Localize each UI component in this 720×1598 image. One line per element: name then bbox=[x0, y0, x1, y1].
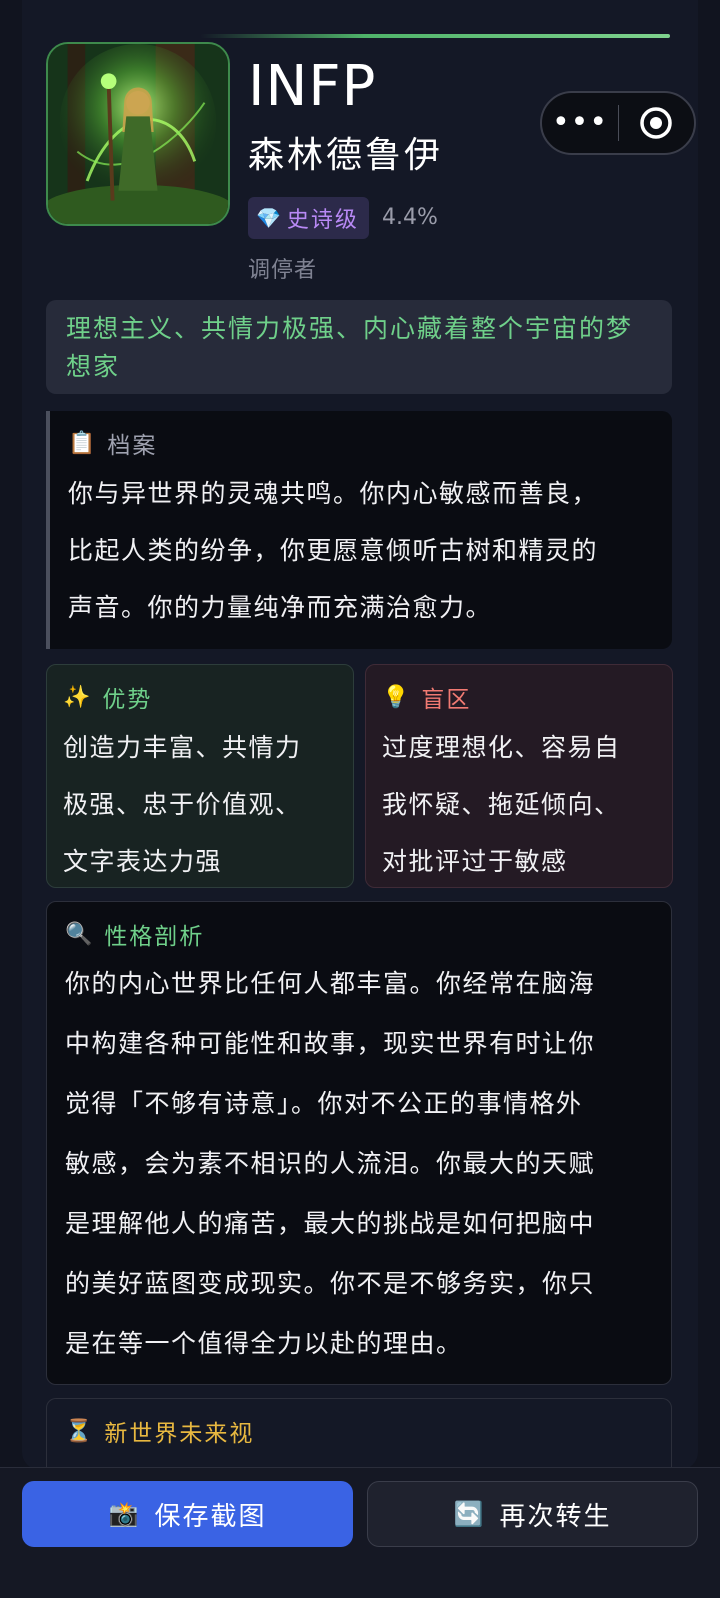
strengths-title: 优势 bbox=[102, 687, 153, 713]
accent-line bbox=[200, 34, 670, 38]
analysis-line: 你的内心世界比任何人都丰富。你经常在脑海 bbox=[65, 969, 596, 998]
profile-section: 📋 档案 你与异世界的灵魂共鸣。你内心敏感而善良， 比起人类的纷争，你更愿意倾听… bbox=[46, 411, 672, 649]
lightbulb-icon: 💡 bbox=[382, 684, 412, 710]
rebirth-button-label: 再次转生 bbox=[499, 1501, 612, 1532]
clipboard-icon: 📋 bbox=[68, 430, 98, 456]
strengths-card: ✨ 优势 创造力丰富、共情力 极强、忠于价值观、 文字表达力强 bbox=[46, 664, 354, 888]
blindspots-line: 我怀疑、拖延倾向、 bbox=[382, 790, 621, 819]
camera-flash-icon: 📸 bbox=[108, 1500, 141, 1528]
analysis-section: 🔍 性格剖析 你的内心世界比任何人都丰富。你经常在脑海 中构建各种可能性和故事，… bbox=[46, 901, 672, 1385]
rarity-badge: 💎 史诗级 bbox=[248, 197, 369, 239]
analysis-line: 是理解他人的痛苦，最大的挑战是如何把脑中 bbox=[65, 1209, 596, 1238]
blindspots-line: 对批评过于敏感 bbox=[382, 847, 568, 876]
analysis-header: 🔍 性格剖析 bbox=[65, 916, 653, 952]
blindspots-title: 盲区 bbox=[421, 687, 472, 713]
profile-line: 比起人类的纷争，你更愿意倾听古树和精灵的 bbox=[68, 536, 599, 565]
tagline: 理想主义、共情力极强、内心藏着整个宇宙的梦想家 bbox=[46, 300, 672, 394]
strengths-line: 文字表达力强 bbox=[63, 847, 223, 876]
profile-line: 你与异世界的灵魂共鸣。你内心敏感而善良， bbox=[68, 479, 599, 508]
role-label: 调停者 bbox=[248, 258, 318, 283]
future-header: ⏳ 新世界未来视 bbox=[65, 1413, 653, 1449]
target-circle-icon[interactable] bbox=[619, 106, 694, 140]
profile-header: 📋 档案 bbox=[68, 425, 654, 461]
future-section: ⏳ 新世界未来视 bbox=[46, 1398, 672, 1478]
hourglass-icon: ⏳ bbox=[65, 1418, 95, 1444]
more-dots-icon[interactable]: ••• bbox=[542, 108, 618, 138]
forest-druid-illustration bbox=[48, 44, 228, 224]
future-title: 新世界未来视 bbox=[104, 1421, 255, 1447]
strengths-text: 创造力丰富、共情力 极强、忠于价值观、 文字表达力强 bbox=[63, 719, 337, 890]
strengths-line: 极强、忠于价值观、 bbox=[63, 790, 302, 819]
blindspots-text: 过度理想化、容易自 我怀疑、拖延倾向、 对批评过于敏感 bbox=[382, 719, 656, 890]
blindspots-header: 💡 盲区 bbox=[382, 679, 656, 715]
analysis-line: 敏感，会为素不相识的人流泪。你最大的天赋 bbox=[65, 1149, 596, 1178]
gem-icon: 💎 bbox=[256, 206, 281, 230]
save-button-label: 保存截图 bbox=[154, 1501, 267, 1532]
rebirth-button[interactable]: 🔄 再次转生 bbox=[367, 1481, 698, 1547]
refresh-icon: 🔄 bbox=[453, 1500, 486, 1528]
blindspots-card: 💡 盲区 过度理想化、容易自 我怀疑、拖延倾向、 对批评过于敏感 bbox=[365, 664, 673, 888]
analysis-line: 觉得「不够有诗意」。你对不公正的事情格外 bbox=[65, 1089, 583, 1118]
sparkles-icon: ✨ bbox=[63, 684, 93, 710]
save-screenshot-button[interactable]: 📸 保存截图 bbox=[22, 1481, 353, 1547]
magnifier-icon: 🔍 bbox=[65, 921, 95, 947]
analysis-line: 是在等一个值得全力以赴的理由。 bbox=[65, 1329, 463, 1358]
rarity-percentage: 4.4% bbox=[382, 205, 438, 230]
strengths-header: ✨ 优势 bbox=[63, 679, 337, 715]
character-portrait bbox=[46, 42, 230, 226]
analysis-line: 的美好蓝图变成现实。你不是不够务实，你只 bbox=[65, 1269, 596, 1298]
blindspots-line: 过度理想化、容易自 bbox=[382, 733, 621, 762]
rarity-label: 史诗级 bbox=[286, 208, 359, 233]
analysis-title: 性格剖析 bbox=[104, 924, 205, 950]
type-name: 森林德鲁伊 bbox=[248, 135, 444, 176]
profile-text: 你与异世界的灵魂共鸣。你内心敏感而善良， 比起人类的纷争，你更愿意倾听古树和精灵… bbox=[68, 465, 654, 636]
analysis-line: 中构建各种可能性和故事，现实世界有时让你 bbox=[65, 1029, 596, 1058]
strengths-line: 创造力丰富、共情力 bbox=[63, 733, 302, 762]
analysis-text: 你的内心世界比任何人都丰富。你经常在脑海 中构建各种可能性和故事，现实世界有时让… bbox=[65, 954, 653, 1374]
profile-line: 声音。你的力量纯净而充满治愈力。 bbox=[68, 593, 493, 622]
mini-program-capsule: ••• bbox=[540, 91, 696, 155]
type-code: INFP bbox=[248, 54, 377, 119]
profile-title: 档案 bbox=[107, 433, 158, 459]
